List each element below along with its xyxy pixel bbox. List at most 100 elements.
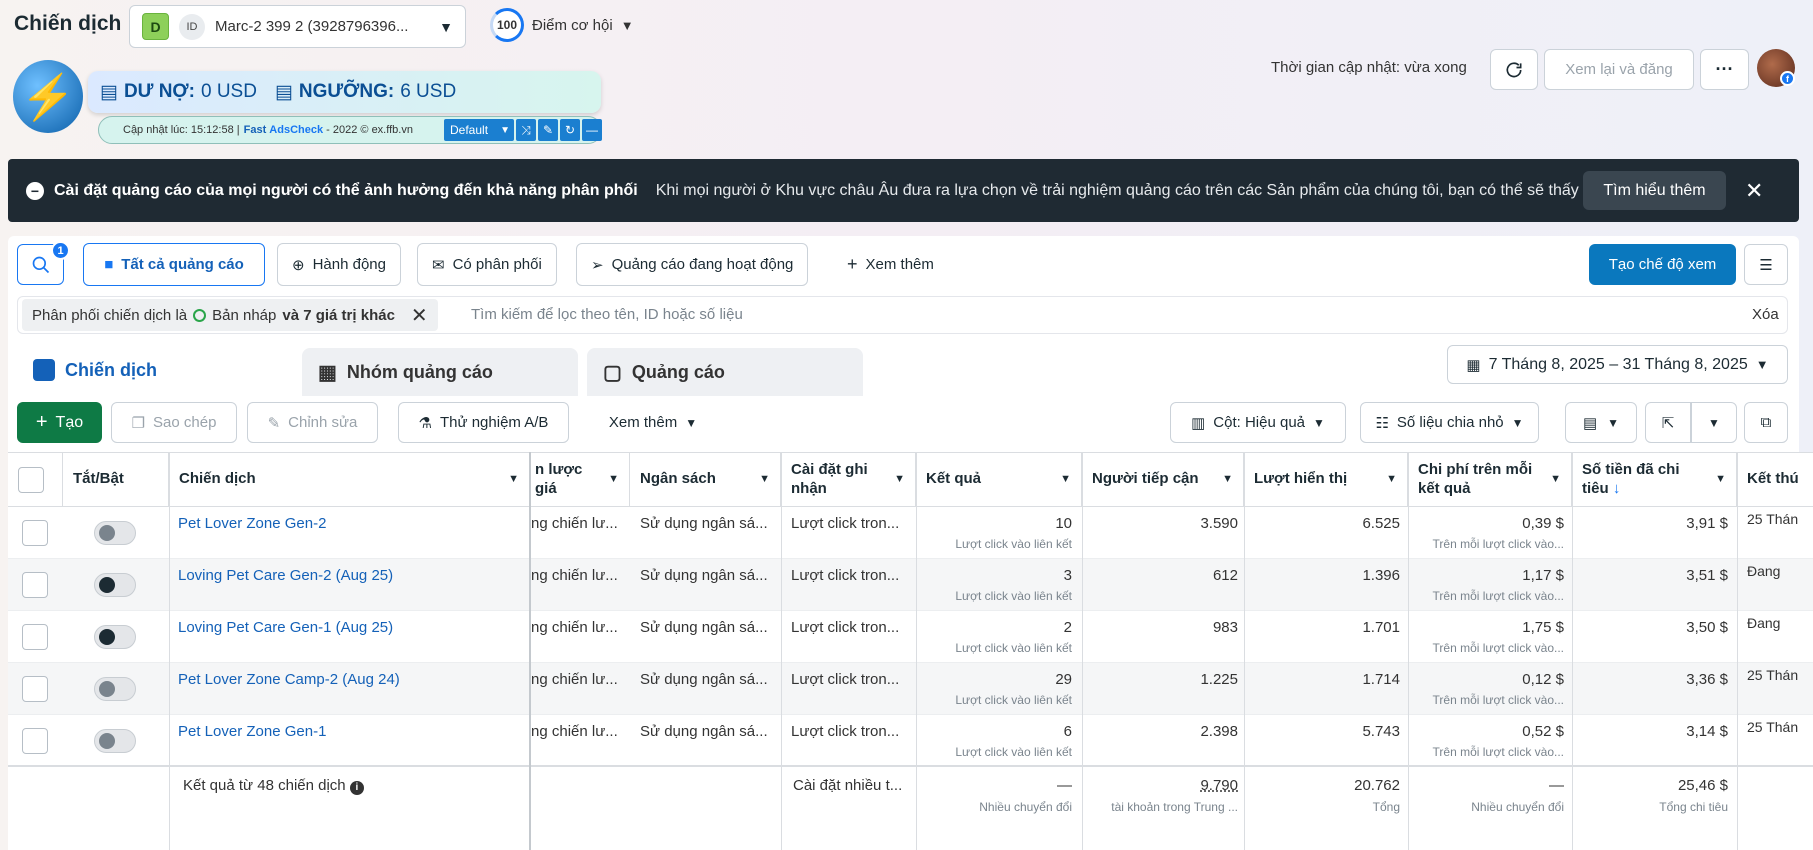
header-cost-per-result[interactable]: Chi phí trên mỗi kết quả ▼ bbox=[1408, 452, 1572, 507]
campaign-toggle[interactable] bbox=[94, 625, 136, 649]
cost-per-result-sub: Trên mỗi lượt click vào... bbox=[1432, 745, 1564, 759]
all-ads-filter[interactable]: ■ Tất cả quảng cáo bbox=[83, 243, 265, 286]
filter-chip[interactable]: Phân phối chiến dịch là Bản nháp và 7 gi… bbox=[22, 299, 438, 331]
attribution-cell: Lượt click tron... bbox=[791, 515, 900, 532]
learn-more-button[interactable]: Tìm hiểu thêm bbox=[1583, 171, 1726, 210]
more-options-button[interactable]: ··· bbox=[1700, 49, 1749, 90]
search-icon bbox=[32, 256, 49, 273]
tab-ads[interactable]: ▢ Quảng cáo bbox=[587, 348, 863, 396]
header-budget-label: Ngân sách bbox=[640, 470, 716, 488]
budget-cell: Sử dụng ngân sá... bbox=[640, 567, 768, 584]
header-attribution[interactable]: Cài đặt ghi nhận ▼ bbox=[781, 452, 916, 507]
export-menu-button[interactable]: ▼ bbox=[1691, 402, 1737, 443]
frozen-column-divider bbox=[529, 452, 531, 850]
threshold-label: NGƯỠNG: bbox=[298, 81, 395, 102]
remove-filter-icon[interactable]: ✕ bbox=[411, 303, 428, 328]
refresh-icon[interactable]: ↻ bbox=[560, 119, 580, 141]
tab-adsets[interactable]: ▦ Nhóm quảng cáo bbox=[302, 348, 578, 396]
copyright: - 2022 © ex.ffb.vn bbox=[326, 124, 413, 136]
upload-circle-icon: ⊕ bbox=[292, 256, 305, 274]
send-icon: ➢ bbox=[591, 256, 604, 274]
edit-icon[interactable]: ✎ bbox=[538, 119, 558, 141]
column-divider bbox=[1244, 452, 1245, 850]
column-divider bbox=[781, 452, 782, 850]
all-ads-label: Tất cả quảng cáo bbox=[121, 256, 244, 273]
edit-button[interactable]: ✎ Chỉnh sửa bbox=[247, 402, 378, 443]
sort-desc-icon: ↓ bbox=[1612, 479, 1621, 497]
see-more-filters[interactable]: + Xem thêm bbox=[847, 243, 934, 286]
export-button[interactable]: ⇱ bbox=[1645, 402, 1691, 443]
tab-campaigns-label: Chiến dịch bbox=[65, 359, 158, 380]
select-all-checkbox[interactable] bbox=[18, 466, 44, 493]
campaign-toggle[interactable] bbox=[94, 677, 136, 701]
opportunity-score[interactable]: 100 Điểm cơ hội ▼ bbox=[490, 8, 634, 42]
column-divider bbox=[916, 452, 917, 850]
see-more-actions[interactable]: Xem thêm ▼ bbox=[590, 402, 716, 443]
debt-label: DƯ NỢ: bbox=[123, 81, 195, 102]
header-reach[interactable]: Người tiếp cận ▼ bbox=[1082, 452, 1244, 507]
create-view-button[interactable]: Tạo chế độ xem bbox=[1589, 244, 1736, 285]
id-card-icon: ID bbox=[179, 13, 205, 40]
actions-filter[interactable]: ⊕ Hành động bbox=[277, 243, 401, 286]
delivering-filter[interactable]: ✉ Có phân phối bbox=[417, 243, 557, 286]
edit-label: Chỉnh sửa bbox=[288, 414, 358, 431]
create-button[interactable]: + Tạo bbox=[17, 402, 102, 443]
header-budget[interactable]: Ngân sách ▼ bbox=[630, 452, 781, 507]
header-ends[interactable]: Kết thú bbox=[1737, 452, 1813, 507]
summary-spent-sub: Tổng chi tiêu bbox=[1659, 800, 1728, 814]
columns-label: Cột: Hiệu quả bbox=[1213, 414, 1306, 431]
campaign-name-link[interactable]: Loving Pet Care Gen-2 (Aug 25) bbox=[178, 567, 393, 584]
pencil-icon: ✎ bbox=[267, 414, 281, 432]
info-icon: i bbox=[349, 781, 364, 795]
impressions-cell: 5.743 bbox=[1362, 723, 1400, 740]
header-bid-strategy[interactable]: n lược giá ▼ bbox=[531, 452, 630, 507]
review-publish-button[interactable]: Xem lại và đăng bbox=[1544, 49, 1694, 90]
tab-adsets-label: Nhóm quảng cáo bbox=[346, 361, 493, 382]
campaign-name-link[interactable]: Loving Pet Care Gen-1 (Aug 25) bbox=[178, 619, 393, 636]
refresh-button[interactable] bbox=[1490, 49, 1538, 90]
settings-button[interactable]: ☰ bbox=[1744, 244, 1788, 285]
row-checkbox[interactable] bbox=[22, 624, 48, 650]
campaign-name-link[interactable]: Pet Lover Zone Gen-2 bbox=[178, 515, 326, 532]
minimize-icon[interactable]: — bbox=[582, 119, 602, 141]
notice-banner: − Cài đặt quảng cáo của mọi người có thể… bbox=[8, 159, 1799, 222]
campaign-toggle[interactable] bbox=[94, 729, 136, 753]
row-checkbox[interactable] bbox=[22, 728, 48, 754]
facebook-icon: f bbox=[1780, 71, 1795, 86]
campaign-name-link[interactable]: Pet Lover Zone Gen-1 bbox=[178, 723, 326, 740]
campaign-toggle[interactable] bbox=[94, 573, 136, 597]
header-impressions[interactable]: Lượt hiển thị ▼ bbox=[1244, 452, 1408, 507]
header-amount-spent[interactable]: Số tiền đã chi tiêu ↓ ▼ bbox=[1572, 452, 1737, 507]
header-results[interactable]: Kết quả ▼ bbox=[916, 452, 1082, 507]
chevron-down-icon: ▼ bbox=[685, 415, 698, 430]
campaign-flag-icon bbox=[33, 359, 55, 381]
date-range-picker[interactable]: ▦ 7 Tháng 8, 2025 – 31 Tháng 8, 2025 ▼ bbox=[1447, 345, 1788, 384]
ab-test-button[interactable]: ⚗ Thử nghiệm A/B bbox=[398, 402, 569, 443]
header-select-all[interactable] bbox=[8, 452, 63, 507]
row-checkbox[interactable] bbox=[22, 520, 48, 546]
close-icon[interactable]: ✕ bbox=[1745, 178, 1763, 204]
row-checkbox[interactable] bbox=[22, 676, 48, 702]
row-checkbox[interactable] bbox=[22, 572, 48, 598]
clear-filters-link[interactable]: Xóa bbox=[1752, 306, 1779, 323]
campaign-toggle[interactable] bbox=[94, 521, 136, 545]
reports-button[interactable]: ▤ ▼ bbox=[1565, 402, 1637, 443]
tab-campaigns[interactable]: Chiến dịch bbox=[17, 344, 293, 396]
chevron-down-icon: ▼ bbox=[439, 18, 453, 35]
results-sub: Lượt click vào liên kết bbox=[955, 537, 1072, 551]
ab-test-label: Thử nghiệm A/B bbox=[440, 414, 549, 431]
header-campaign[interactable]: Chiến dịch ▼ bbox=[169, 452, 530, 507]
account-selector[interactable]: D ID Marc-2 399 2 (3928796396... ▼ bbox=[129, 5, 466, 48]
cost-per-result-cell: 1,75 $ bbox=[1522, 619, 1564, 636]
filter-search-input[interactable]: Tìm kiếm để lọc theo tên, ID hoặc số liệ… bbox=[471, 306, 743, 323]
campaign-name-link[interactable]: Pet Lover Zone Camp-2 (Aug 24) bbox=[178, 671, 400, 688]
preset-select[interactable]: Default ▼ bbox=[444, 119, 514, 141]
active-ads-filter[interactable]: ➢ Quảng cáo đang hoạt động bbox=[576, 243, 809, 286]
columns-button[interactable]: ▥ Cột: Hiệu quả ▼ bbox=[1170, 402, 1346, 443]
attribution-cell: Lượt click tron... bbox=[791, 723, 900, 740]
breakdown-button[interactable]: ☷ Số liệu chia nhỏ ▼ bbox=[1360, 402, 1539, 443]
copy-button[interactable]: ❐ Sao chép bbox=[111, 402, 237, 443]
shuffle-icon[interactable]: ⤨ bbox=[516, 119, 536, 141]
account-name: Marc-2 399 2 (3928796396... bbox=[215, 18, 409, 35]
chart-button[interactable]: ⧉ bbox=[1744, 402, 1788, 443]
